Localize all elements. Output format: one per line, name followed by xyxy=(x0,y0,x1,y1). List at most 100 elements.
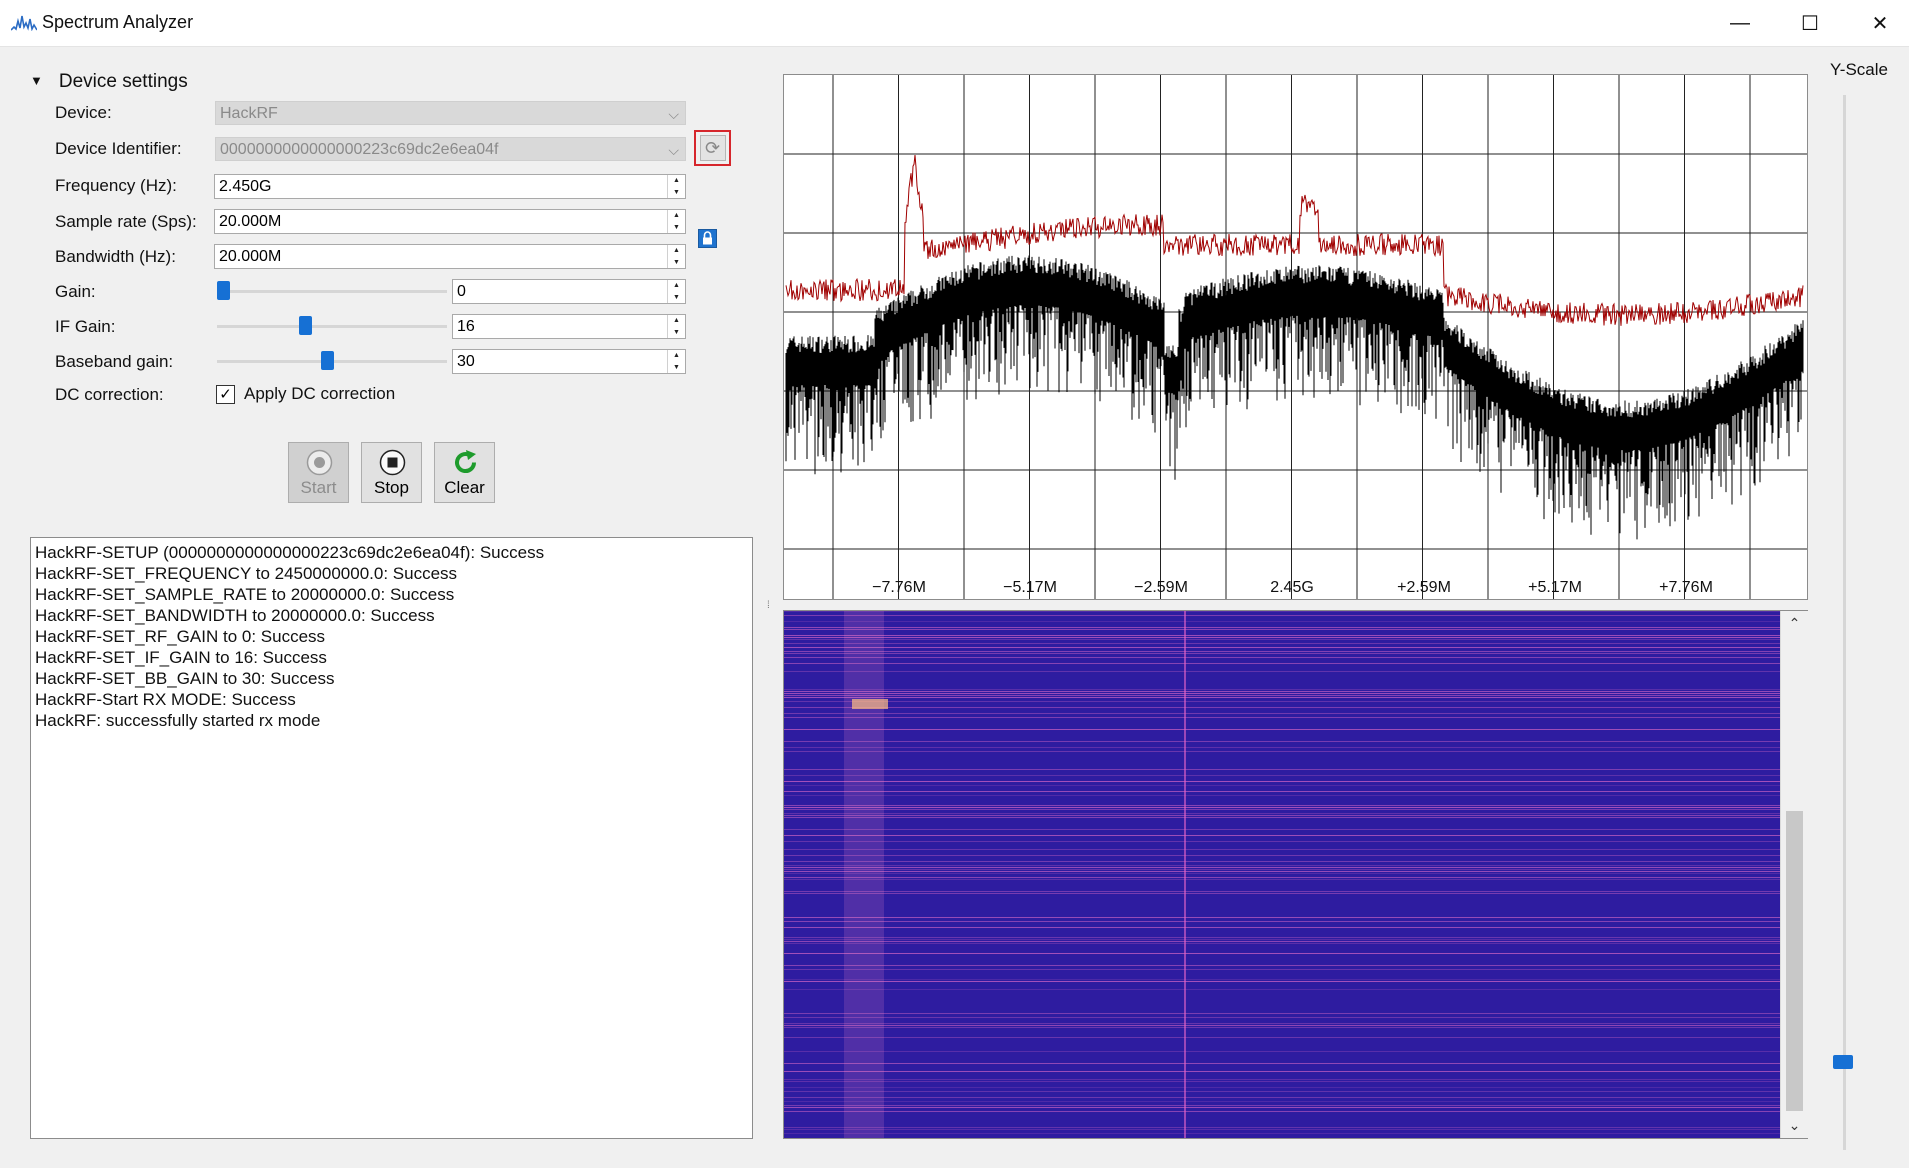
log-line: HackRF-SET_IF_GAIN to 16: Success xyxy=(35,648,327,667)
spectrum-canvas: −7.76M −5.17M −2.59M 2.45G +2.59M +5.17M +7.76… xyxy=(784,75,1816,599)
waterfall-row-line xyxy=(784,1071,1781,1072)
waterfall-row-line xyxy=(784,939,1781,940)
title-bar: Spectrum Analyzer — ☐ ✕ xyxy=(0,0,1909,47)
waterfall-row-line xyxy=(784,813,1781,814)
start-button[interactable]: Start xyxy=(288,442,349,503)
waterfall-scrollbar[interactable]: ⌃ ⌄ xyxy=(1780,611,1808,1138)
waterfall-row-line xyxy=(784,835,1781,836)
signal-burst xyxy=(852,699,888,709)
gain-input[interactable]: 0 ▲ ▼ xyxy=(452,279,686,304)
waterfall-row-line xyxy=(784,1097,1781,1098)
waterfall-row-line xyxy=(784,829,1781,830)
minimize-button[interactable]: — xyxy=(1705,0,1775,46)
spectrum-plot[interactable]: −7.76M −5.17M −2.59M 2.45G +2.59M +5.17M +7.76… xyxy=(783,74,1816,600)
waterfall-row-line xyxy=(784,717,1781,718)
if-gain-input[interactable]: 16 ▲ ▼ xyxy=(452,314,686,339)
waterfall-display[interactable] xyxy=(783,610,1808,1139)
bandwidth-label: Bandwidth (Hz): xyxy=(55,247,176,266)
waterfall-row-line xyxy=(784,695,1781,696)
dc-correction-checkbox-label[interactable]: Apply DC correction xyxy=(244,384,395,404)
scroll-up-icon[interactable]: ⌃ xyxy=(1781,615,1808,632)
spin-down-icon[interactable]: ▼ xyxy=(668,222,685,233)
waterfall-row-line xyxy=(784,1129,1781,1130)
waterfall-row-line xyxy=(784,809,1781,810)
waterfall-row-line xyxy=(784,651,1781,652)
log-line: HackRF-SET_BB_GAIN to 30: Success xyxy=(35,669,335,688)
baseband-gain-value: 30 xyxy=(457,353,475,370)
refresh-devices-button[interactable]: ⟳ xyxy=(694,130,731,166)
frequency-tick-label: −7.76M xyxy=(872,579,926,596)
log-line: HackRF-SETUP (0000000000000000223c69dc2e… xyxy=(35,543,545,562)
waterfall-row-line xyxy=(784,621,1781,622)
waterfall-row-line xyxy=(784,1027,1781,1028)
spin-down-icon[interactable]: ▼ xyxy=(668,187,685,198)
device-identifier-label: Device Identifier: xyxy=(55,139,182,158)
waterfall-row-line xyxy=(784,671,1781,672)
gain-value: 0 xyxy=(457,283,466,300)
device-identifier-combo[interactable]: 0000000000000000223c69dc2e6ea04f ⌵ xyxy=(215,137,686,161)
waterfall-row-line xyxy=(784,1079,1781,1080)
log-line: HackRF: successfully started rx mode xyxy=(35,711,321,730)
waterfall-row-line xyxy=(784,769,1781,770)
close-button[interactable]: ✕ xyxy=(1845,0,1909,46)
device-settings-header[interactable]: ▼ Device settings xyxy=(30,71,188,93)
waterfall-row-line xyxy=(784,1063,1781,1064)
spin-down-icon[interactable]: ▼ xyxy=(668,327,685,338)
waterfall-row-line xyxy=(784,615,1781,616)
lock-icon xyxy=(703,231,712,245)
if-gain-value: 16 xyxy=(457,318,475,335)
device-label: Device: xyxy=(55,103,112,122)
waterfall-row-line xyxy=(784,1111,1781,1112)
spin-down-icon[interactable]: ▼ xyxy=(668,362,685,373)
waterfall-row-line xyxy=(784,1081,1781,1082)
waterfall-row-line xyxy=(784,921,1781,922)
waterfall-row-line xyxy=(784,953,1781,954)
frequency-tick-label: −2.59M xyxy=(1134,579,1188,596)
baseband-gain-slider-thumb[interactable] xyxy=(321,351,335,370)
collapse-caret-icon[interactable]: ▼ xyxy=(30,73,43,88)
waterfall-row-line xyxy=(784,643,1781,644)
baseband-gain-label: Baseband gain: xyxy=(55,352,174,371)
device-combo[interactable]: HackRF ⌵ xyxy=(215,101,686,125)
log-output[interactable]: HackRF-SETUP (0000000000000000223c69dc2e… xyxy=(30,537,753,1139)
y-scale-slider-track[interactable] xyxy=(1843,95,1846,1150)
waterfall-row-line xyxy=(784,713,1781,714)
frequency-input[interactable]: 2.450G ▲ ▼ xyxy=(214,174,686,199)
waterfall-row-line xyxy=(784,849,1781,850)
log-line: HackRF-SET_RF_GAIN to 0: Success xyxy=(35,627,326,646)
waterfall-row-line xyxy=(784,639,1781,640)
clear-button-label: Clear xyxy=(444,478,485,497)
dc-correction-checkbox[interactable]: ✓ xyxy=(216,385,235,404)
sample-rate-input[interactable]: 20.000M ▲ ▼ xyxy=(214,209,686,234)
if-gain-slider-thumb[interactable] xyxy=(299,316,313,335)
waterfall-row-line xyxy=(784,869,1781,870)
waterfall-row-line xyxy=(784,989,1781,990)
gain-slider-thumb[interactable] xyxy=(217,281,230,300)
stop-icon xyxy=(379,449,406,476)
maximize-button[interactable]: ☐ xyxy=(1775,0,1845,46)
waterfall-row-line xyxy=(784,979,1781,980)
scroll-down-icon[interactable]: ⌄ xyxy=(1781,1117,1808,1134)
waterfall-row-line xyxy=(784,879,1781,880)
panel-splitter[interactable]: ⁞ xyxy=(767,600,770,611)
start-button-label: Start xyxy=(300,478,337,497)
clear-button[interactable]: Clear xyxy=(434,442,495,503)
y-scale-label: Y-Scale xyxy=(1830,60,1888,79)
frequency-tick-labels: −7.76M −5.17M −2.59M 2.45G +2.59M +5.17M +7.76… xyxy=(872,579,1713,596)
bandwidth-input[interactable]: 20.000M ▲ ▼ xyxy=(214,244,686,269)
spin-down-icon[interactable]: ▼ xyxy=(668,292,685,303)
waterfall-row-line xyxy=(784,807,1781,808)
if-gain-slider-track[interactable] xyxy=(217,325,447,328)
stop-button[interactable]: Stop xyxy=(361,442,422,503)
waterfall-row-line xyxy=(784,1023,1781,1024)
frequency-label: Frequency (Hz): xyxy=(55,176,177,195)
y-scale-slider-thumb[interactable] xyxy=(1833,1055,1853,1069)
scrollbar-thumb[interactable] xyxy=(1786,811,1803,1111)
log-line: HackRF-SET_FREQUENCY to 2450000000.0: Su… xyxy=(35,564,458,583)
spin-down-icon[interactable]: ▼ xyxy=(668,257,685,268)
baseband-gain-input[interactable]: 30 ▲ ▼ xyxy=(452,349,686,374)
lock-bandwidth-button[interactable] xyxy=(698,229,717,248)
waterfall-row-line xyxy=(784,815,1781,816)
waterfall-row-line xyxy=(784,1017,1781,1018)
gain-slider-track[interactable] xyxy=(217,290,447,293)
